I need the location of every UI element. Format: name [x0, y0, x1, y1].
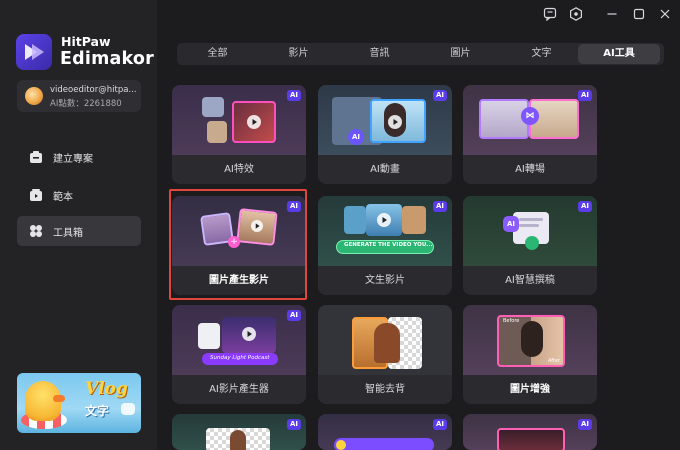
settings-icon: [570, 7, 582, 21]
brand-name-main: Edimakor: [60, 49, 154, 69]
tab-text[interactable]: 文字: [501, 43, 582, 65]
card-thumbnail: Sunday Light Podcast: [172, 305, 306, 375]
card-label: 圖片增強: [510, 384, 550, 395]
duck-beak: [53, 395, 65, 402]
close-icon: [660, 9, 670, 19]
settings-button[interactable]: [568, 6, 584, 22]
tool-card-ai-video-generator[interactable]: Sunday Light Podcast AI AI影片產生器: [172, 305, 306, 404]
ai-points: AI點數：2261880: [50, 99, 122, 109]
ai-badge: AI: [286, 310, 301, 321]
toolbox-icon: [30, 225, 42, 237]
card-thumbnail: [463, 414, 597, 450]
card-thumbnail: [318, 414, 452, 450]
play-icon: [388, 115, 402, 129]
card-label: 文生影片: [365, 275, 405, 286]
play-icon: [377, 213, 391, 227]
ai-badge: AI: [432, 201, 447, 212]
new-project-icon: [30, 151, 42, 163]
play-icon: [242, 327, 256, 341]
card-thumbnail: [172, 414, 306, 450]
maximize-icon: [633, 8, 645, 20]
tab-image[interactable]: 圖片: [420, 43, 501, 65]
selection-highlight: [169, 189, 307, 300]
tab-ai-tools[interactable]: AI工具: [578, 44, 660, 64]
banner-title: Vlog: [85, 379, 128, 399]
ai-badge: AI: [286, 419, 301, 430]
tool-card-text-to-video[interactable]: GENERATE THE VIDEO YOU... AI 文生影片: [318, 196, 452, 295]
tool-card-ai-transition[interactable]: ⋈ AI AI轉場: [463, 85, 597, 184]
chat-bubble-icon: [121, 403, 135, 415]
play-icon: [247, 115, 261, 129]
sidebar-item-template[interactable]: 範本: [17, 180, 141, 210]
edimakor-logo-icon: [25, 44, 44, 60]
tab-video[interactable]: 影片: [258, 43, 339, 65]
tool-card-image-enhance[interactable]: Before After 圖片增強: [463, 305, 597, 404]
account-email: videoeditor@hitpa...: [50, 85, 137, 95]
ai-badge: AI: [577, 419, 592, 430]
feedback-icon: [543, 7, 557, 22]
card-label: AI轉場: [515, 164, 545, 175]
card-label: AI智慧撰稿: [505, 275, 555, 286]
minimize-button[interactable]: [604, 6, 620, 22]
banner-subtitle: 文字: [85, 404, 110, 418]
tool-card-row4-2[interactable]: AI: [318, 414, 452, 450]
card-label: AI影片產生器: [209, 384, 269, 395]
card-thumbnail: Before After: [463, 305, 597, 375]
card-thumbnail: [318, 305, 452, 375]
tab-audio[interactable]: 音訊: [339, 43, 420, 65]
sidebar-item-label: 建立專案: [53, 154, 93, 165]
account-panel[interactable]: videoeditor@hitpa... AI點數：2261880: [17, 80, 141, 112]
tab-all[interactable]: 全部: [177, 43, 258, 65]
sidebar-item-toolbox[interactable]: 工具箱: [17, 216, 141, 246]
close-button[interactable]: [657, 6, 673, 22]
sidebar-item-new-project[interactable]: 建立專案: [17, 142, 141, 172]
tool-card-smart-background-removal[interactable]: 智能去背: [318, 305, 452, 404]
brand-name-top: HitPaw: [61, 34, 111, 49]
thumb-prompt-text: GENERATE THE VIDEO YOU...: [344, 242, 433, 248]
card-thumbnail: AI: [463, 196, 597, 266]
minimize-icon: [607, 13, 617, 15]
card-thumbnail: ⋈: [463, 85, 597, 155]
card-label: AI特效: [224, 164, 254, 175]
tool-card-row4-3[interactable]: AI: [463, 414, 597, 450]
thumb-after-label: After: [548, 358, 561, 364]
category-tabs: 全部 影片 音訊 圖片 文字 AI工具: [177, 43, 664, 65]
sidebar: HitPaw Edimakor videoeditor@hitpa... AI點…: [0, 0, 157, 450]
thumb-podcast-text: Sunday Light Podcast: [210, 355, 270, 361]
sidebar-item-label: 工具箱: [53, 228, 83, 239]
ai-badge: AI: [432, 419, 447, 430]
vlog-promo-banner[interactable]: Vlog 文字: [17, 373, 141, 433]
card-thumbnail: [172, 85, 306, 155]
maximize-button[interactable]: [631, 6, 647, 22]
card-thumbnail: AI: [318, 85, 452, 155]
card-label: AI動畫: [370, 164, 400, 175]
tool-card-ai-animation[interactable]: AI AI AI動畫: [318, 85, 452, 184]
tool-card-row4-1[interactable]: AI: [172, 414, 306, 450]
card-label: 智能去背: [365, 384, 405, 395]
template-icon: [30, 189, 42, 201]
tool-card-ai-effects[interactable]: AI AI特效: [172, 85, 306, 184]
ai-badge: AI: [286, 90, 301, 101]
tool-card-ai-copywriting[interactable]: AI AI AI智慧撰稿: [463, 196, 597, 295]
avatar: [25, 87, 43, 105]
thumb-before-label: Before: [503, 318, 520, 324]
feedback-button[interactable]: [542, 6, 558, 22]
ai-badge: AI: [432, 90, 447, 101]
ai-badge: AI: [577, 201, 592, 212]
card-thumbnail: GENERATE THE VIDEO YOU...: [318, 196, 452, 266]
ai-badge: AI: [577, 90, 592, 101]
sidebar-item-label: 範本: [53, 192, 73, 203]
app-logo: [16, 34, 52, 70]
